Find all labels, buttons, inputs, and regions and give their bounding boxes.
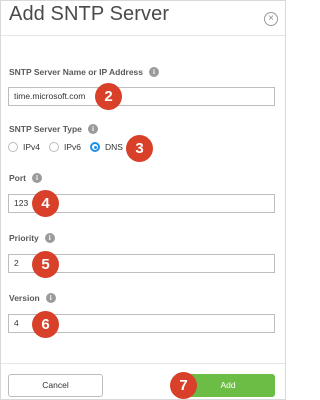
- radio-dns-label: DNS: [105, 142, 123, 152]
- info-icon[interactable]: i: [45, 293, 56, 303]
- version-label: Version i: [9, 293, 56, 303]
- server-name-label: SNTP Server Name or IP Address i: [9, 67, 160, 77]
- port-label: Port i: [9, 173, 42, 183]
- radio-dns[interactable]: DNS: [90, 142, 123, 152]
- radio-ipv6[interactable]: IPv6: [49, 142, 81, 152]
- server-type-label: SNTP Server Type i: [9, 124, 98, 134]
- step-badge-4: 4: [32, 190, 59, 217]
- step-badge-3: 3: [126, 135, 153, 162]
- dialog-title: Add SNTP Server: [9, 3, 170, 25]
- add-sntp-server-dialog: Add SNTP Server × SNTP Server Name or IP…: [0, 0, 286, 400]
- server-name-input[interactable]: time.microsoft.com: [8, 87, 275, 106]
- priority-label: Priority i: [9, 233, 55, 243]
- radio-ipv6-label: IPv6: [64, 142, 82, 152]
- info-icon[interactable]: i: [32, 173, 42, 183]
- cancel-button[interactable]: Cancel: [8, 374, 103, 397]
- step-badge-2: 2: [95, 83, 122, 110]
- close-icon[interactable]: ×: [264, 12, 278, 26]
- server-type-radio-group: IPv4 IPv6 DNS: [8, 142, 132, 152]
- step-badge-7: 7: [170, 372, 197, 399]
- info-icon[interactable]: i: [87, 124, 98, 134]
- radio-dns-circle[interactable]: [90, 142, 101, 152]
- radio-ipv6-circle[interactable]: [49, 142, 60, 152]
- header-divider: [1, 35, 285, 36]
- radio-ipv4[interactable]: IPv4: [8, 142, 40, 152]
- radio-ipv4-label: IPv4: [23, 142, 41, 152]
- info-icon[interactable]: i: [149, 67, 160, 77]
- step-badge-5: 5: [32, 251, 59, 278]
- step-badge-6: 6: [32, 311, 59, 338]
- info-icon[interactable]: i: [44, 233, 55, 243]
- radio-ipv4-circle[interactable]: [8, 142, 18, 152]
- footer-divider: [1, 363, 285, 364]
